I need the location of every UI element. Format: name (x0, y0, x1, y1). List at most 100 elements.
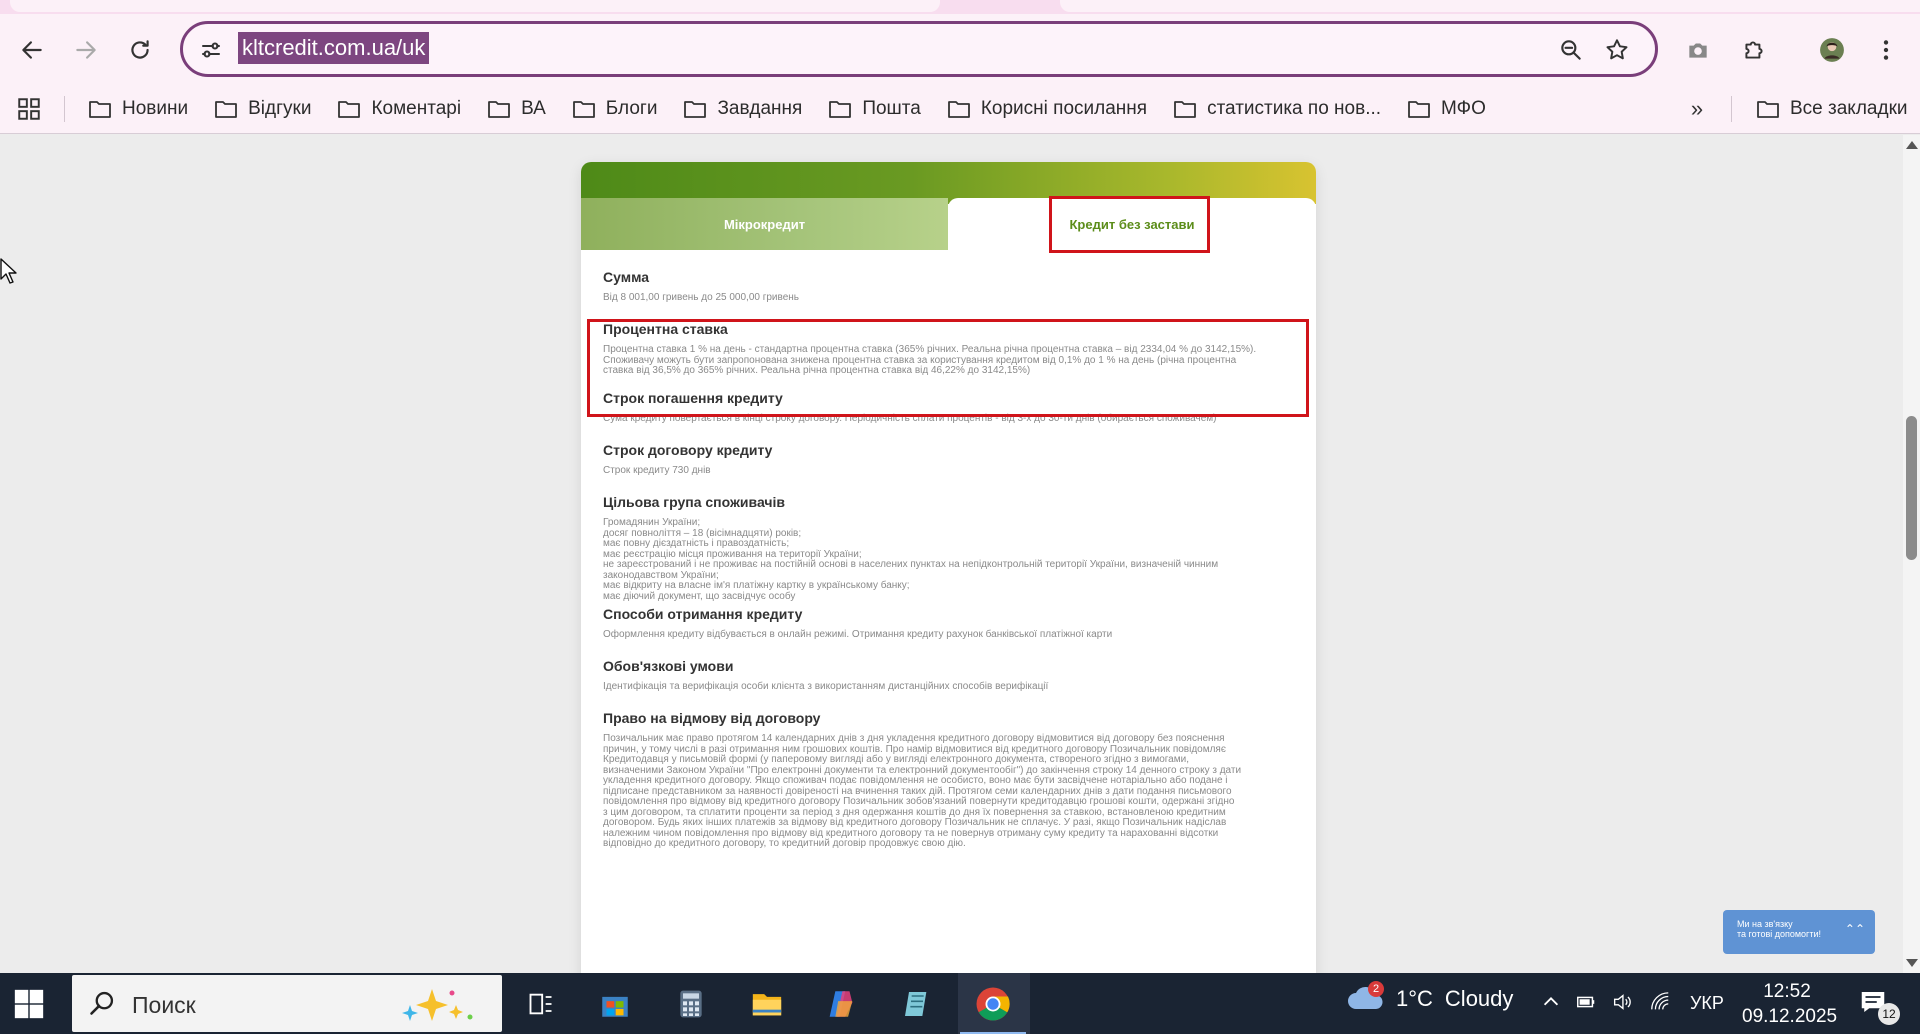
bookmark-folder[interactable]: Відгуки (214, 98, 311, 120)
loan-term-section: Право на відмову від договору Позичальник… (603, 710, 1293, 850)
folder-icon (1174, 101, 1196, 118)
arrow-left-icon (22, 41, 42, 59)
bookmark-star-icon[interactable] (1601, 34, 1633, 66)
tab-strip (0, 0, 1920, 14)
folder-icon (1408, 101, 1430, 118)
folder-icon (488, 101, 510, 118)
weather-desc: Cloudy (1444, 986, 1514, 1011)
back-button[interactable] (12, 30, 52, 70)
camera-icon (1689, 43, 1707, 58)
volume-icon[interactable] (1610, 991, 1634, 1019)
loan-term-section: Способи отримання кредиту Оформлення кред… (603, 606, 1293, 641)
search-placeholder: Поиск (132, 992, 196, 1018)
mouse-cursor-icon (0, 258, 17, 284)
tab-microcredit[interactable]: Мікрокредит (581, 198, 948, 250)
divider (1731, 96, 1732, 122)
clock-date: 09.12.2025 (1742, 1006, 1838, 1027)
address-bar[interactable]: kltcredit.com.ua/uk (180, 21, 1658, 77)
bookmark-folder[interactable]: статистика по нов... (1173, 98, 1381, 120)
reload-icon (131, 40, 149, 59)
calculator-icon[interactable] (670, 983, 712, 1025)
bookmark-folder[interactable]: Пошта (828, 98, 921, 120)
microsoft-store-icon[interactable] (594, 983, 636, 1025)
loan-term-section: Цільова група споживачів Громадянин Украї… (603, 494, 1293, 602)
windows-start-icon[interactable] (12, 987, 46, 1021)
page-scrollbar[interactable] (1903, 135, 1920, 973)
chevron-up-icon: ⌃⌃ (1844, 922, 1865, 936)
all-bookmarks-button[interactable]: Все закладки (1756, 84, 1908, 134)
bookmark-folder[interactable]: Завдання (683, 98, 802, 120)
browser-tab[interactable] (1060, 0, 1920, 12)
bookmark-list: Новини Відгуки Коментарі ВА Блоги Завдання Пош… (88, 84, 1512, 134)
folder-icon (215, 101, 238, 118)
bookmark-folder[interactable]: Коментарі (337, 98, 461, 120)
section-text: Позичальник має право протягом 14 календ… (603, 733, 1242, 849)
notification-count: 12 (1878, 1003, 1900, 1025)
windows-taskbar: Поиск 2 1°C Cloudy УКР 12:52 09.12.2025 … (0, 973, 1920, 1034)
arrow-right-icon (76, 41, 96, 59)
url-text[interactable]: kltcredit.com.ua/uk (238, 32, 430, 64)
wifi-icon[interactable] (1648, 991, 1672, 1019)
profile-avatar[interactable] (1812, 30, 1852, 70)
copilot-sparkle-icon (402, 989, 473, 1021)
chevron-up-icon[interactable] (1540, 991, 1562, 1019)
bookmark-label: статистика по нов... (1207, 98, 1382, 119)
bookmark-label: Завдання (717, 98, 803, 119)
section-title: Строк договору кредиту (603, 442, 773, 458)
apps-grid-icon[interactable] (16, 96, 42, 122)
more-bookmarks-button[interactable]: » (1684, 96, 1710, 122)
section-title: Способи отримання кредиту (603, 606, 803, 622)
loan-term-section: Сумма Від 8 001,00 гривень до 25 000,00 г… (603, 269, 1293, 304)
browser-tab[interactable] (10, 0, 940, 12)
section-text: Строк кредиту 730 днів (603, 465, 711, 476)
folder-icon (684, 101, 707, 118)
section-text: Ідентифікація та верифікація особи клієн… (603, 681, 1049, 692)
search-icon (90, 991, 114, 1015)
scroll-down-icon[interactable] (1906, 959, 1918, 967)
task-view-icon[interactable] (520, 983, 562, 1025)
system-clock[interactable]: 12:52 09.12.2025 (1742, 979, 1838, 1029)
site-info-icon[interactable] (197, 36, 225, 64)
section-title: Сумма (603, 269, 650, 285)
folder-icon (89, 101, 111, 118)
clock-time: 12:52 (1763, 981, 1811, 1002)
bookmarks-bar: Новини Відгуки Коментарі ВА Блоги Завдання Пош… (0, 84, 1920, 134)
extensions-button[interactable] (1734, 30, 1774, 70)
folder-icon (572, 101, 595, 118)
copilot-app-icon[interactable] (820, 983, 862, 1025)
bookmark-label: Пошта (862, 98, 921, 119)
chrome-icon[interactable] (960, 983, 1026, 1034)
folder-icon (338, 101, 361, 118)
weather-widget[interactable]: 2 1°C Cloudy (1346, 981, 1514, 1013)
chat-widget-text: Ми на зв'язку та готові допомогти! (1737, 919, 1821, 939)
support-chat-widget[interactable]: Ми на зв'язку та готові допомогти! ⌃⌃ (1723, 910, 1875, 954)
all-bookmarks-label: Все закладки (1790, 98, 1908, 119)
section-text: Від 8 001,00 гривень до 25 000,00 гривен… (603, 292, 800, 303)
notepad-app-icon[interactable] (896, 983, 938, 1025)
screenshot-button[interactable] (1678, 30, 1718, 70)
bookmark-folder[interactable]: Блоги (572, 98, 657, 120)
zoom-icon[interactable] (1555, 34, 1587, 66)
taskbar-search[interactable]: Поиск (72, 975, 502, 1032)
bookmark-folder[interactable]: ВА (487, 98, 546, 120)
scrollbar-thumb[interactable] (1906, 416, 1917, 560)
scroll-up-icon[interactable] (1906, 141, 1918, 149)
forward-button[interactable] (66, 30, 106, 70)
bookmark-folder[interactable]: МФО (1407, 98, 1486, 120)
menu-button[interactable] (1866, 30, 1906, 70)
section-title: Цільова група споживачів (603, 494, 786, 510)
bookmark-label: Коментарі (371, 98, 462, 119)
bookmark-folder[interactable]: Корисні посилання (947, 98, 1147, 120)
puzzle-icon (1745, 41, 1763, 59)
language-indicator[interactable]: УКР (1690, 993, 1724, 1014)
bookmark-folder[interactable]: Новини (88, 98, 188, 120)
divider (64, 96, 65, 122)
weather-temp: 1°C (1396, 986, 1433, 1011)
notification-center[interactable]: 12 (1858, 987, 1900, 1025)
section-text: Громадянин України; досяг повноліття – 1… (603, 517, 1219, 602)
reload-button[interactable] (120, 30, 160, 70)
loan-info-card: Мікрокредит Кредит без застави Сумма Від … (581, 162, 1316, 973)
battery-icon[interactable] (1574, 991, 1598, 1019)
file-explorer-icon[interactable] (746, 983, 788, 1025)
bookmark-label: Відгуки (248, 98, 312, 119)
